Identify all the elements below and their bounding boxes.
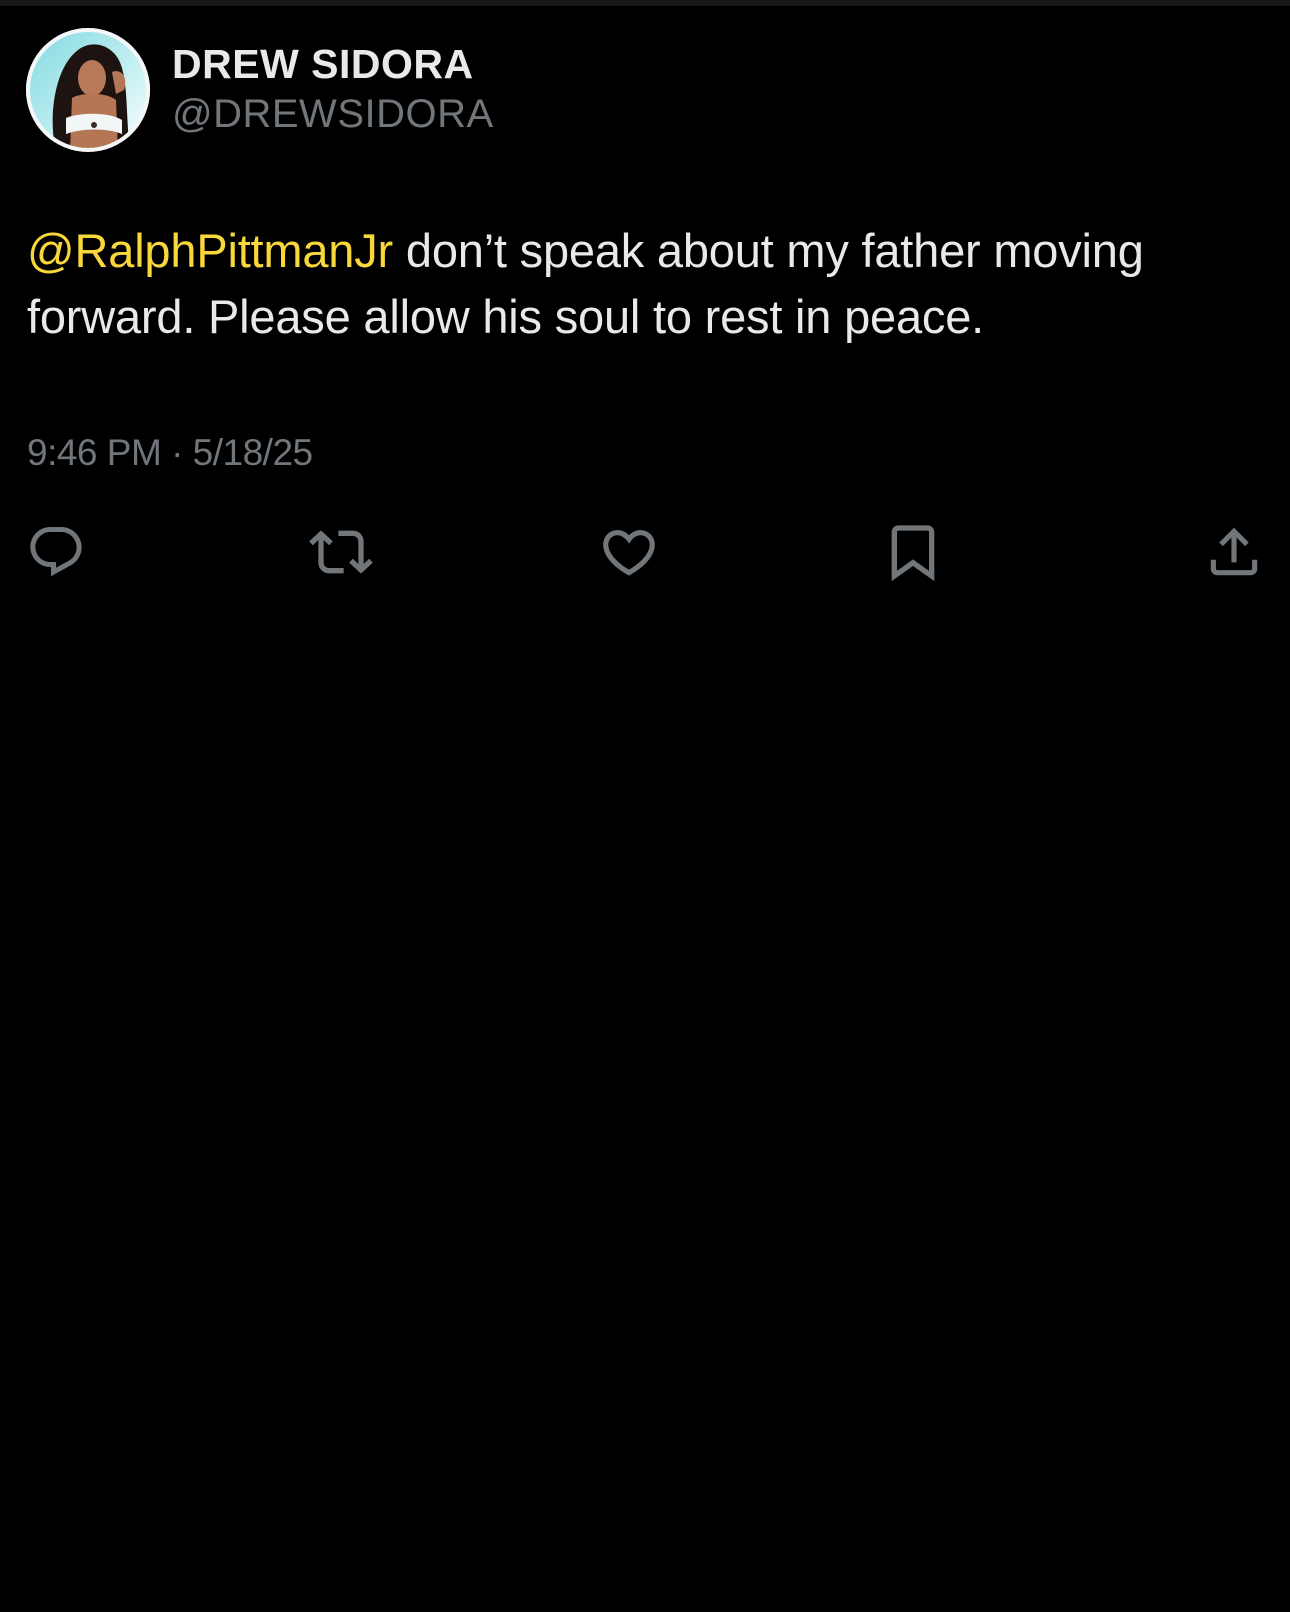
bookmark-icon (891, 525, 935, 582)
user-handle[interactable]: @DREWSIDORA (172, 88, 494, 140)
display-name[interactable]: DREW SIDORA (172, 40, 494, 88)
heart-icon (603, 530, 655, 576)
user-names: DREW SIDORA @DREWSIDORA (172, 40, 494, 140)
retweet-button[interactable] (309, 520, 373, 584)
avatar-image (26, 28, 150, 152)
share-button[interactable] (1202, 520, 1266, 584)
tweet-text: @RalphPittmanJr don’t speak about my fat… (27, 218, 1247, 350)
mention-link[interactable]: @RalphPittmanJr (27, 224, 393, 277)
share-icon (1210, 527, 1258, 576)
retweet-icon (309, 530, 373, 574)
tweet-header: DREW SIDORA @DREWSIDORA (26, 28, 494, 152)
tweet-timestamp[interactable]: 9:46 PM · 5/18/25 (27, 428, 313, 478)
avatar[interactable] (26, 28, 150, 152)
reply-icon (30, 527, 82, 577)
action-bar (0, 520, 1290, 584)
top-edge-strip (0, 0, 1290, 6)
bookmark-button[interactable] (881, 520, 945, 584)
reply-button[interactable] (24, 520, 88, 584)
like-button[interactable] (597, 520, 661, 584)
